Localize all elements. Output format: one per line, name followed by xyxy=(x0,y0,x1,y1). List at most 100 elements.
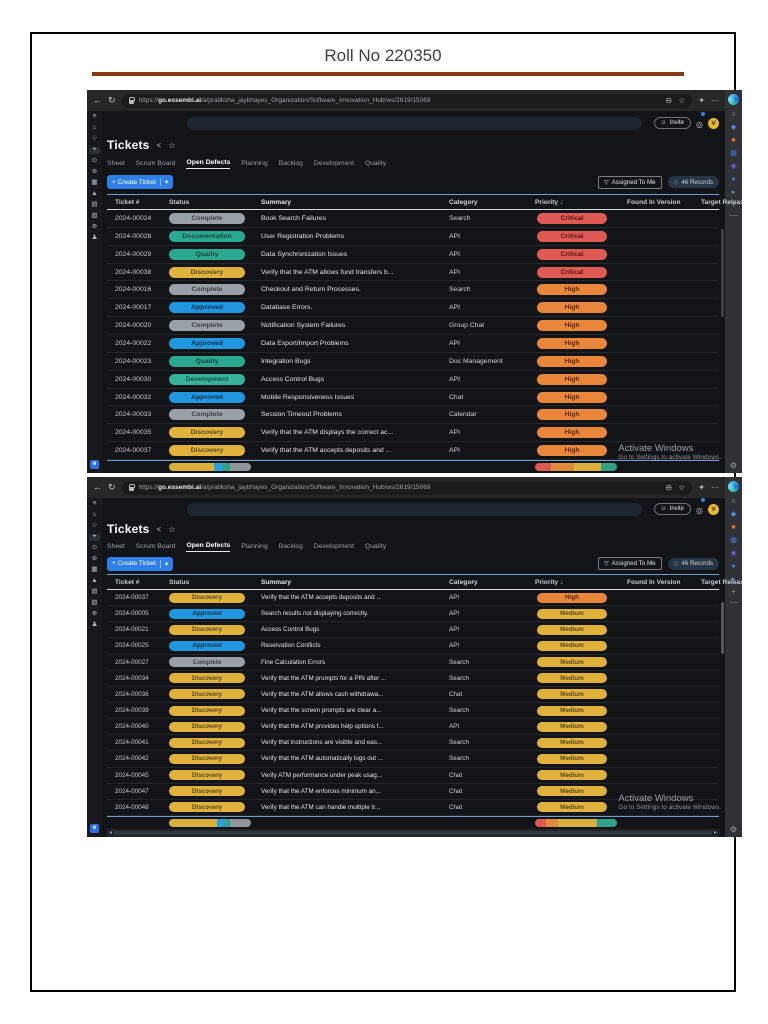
add-tool-icon[interactable]: + xyxy=(731,589,735,596)
tab-open-defects[interactable]: Open Defects xyxy=(186,542,231,552)
notification-bell-icon[interactable]: ◎ xyxy=(696,112,705,132)
refresh-icon[interactable]: ↻ xyxy=(108,96,116,105)
tab-backlog[interactable]: Backlog xyxy=(279,160,303,169)
table-row[interactable]: 2024-00027 Complete Fine Calculation Err… xyxy=(107,655,719,671)
priority-badge[interactable]: High xyxy=(537,320,607,332)
ticket-summary[interactable]: Mobile Responsiveness Issues xyxy=(261,394,449,401)
priority-badge[interactable]: Critical xyxy=(537,230,607,242)
table-row[interactable]: 2024-00028 Documentation User Registrati… xyxy=(107,228,719,246)
essembi-logo[interactable]: e xyxy=(90,824,99,833)
col-found-in-version[interactable]: Found In Version xyxy=(627,199,701,206)
hierarchy-icon[interactable]: ▲ xyxy=(89,577,100,585)
cloud-icon[interactable]: ▧ xyxy=(89,599,100,607)
ticket-summary[interactable]: Verify that the ATM automatically logs o… xyxy=(261,755,449,762)
ticket-summary[interactable]: Session Timeout Problems xyxy=(261,411,449,418)
share-icon[interactable]: < xyxy=(157,525,162,534)
ticket-summary[interactable]: Verify that the ATM accepts deposits and… xyxy=(261,594,449,601)
status-badge[interactable]: Development xyxy=(169,373,245,385)
address-bar[interactable]: https://go.essembi.ai/a/pratiksha_jaybha… xyxy=(121,480,693,495)
ticket-summary[interactable]: Search results not displaying correctly. xyxy=(261,610,449,617)
zoom-out-icon[interactable]: ⊖ xyxy=(665,483,672,492)
ticket-summary[interactable]: Integration Bugs xyxy=(261,358,449,365)
status-badge[interactable]: Discovery xyxy=(169,427,245,439)
ticket-summary[interactable]: Verify that the ATM displays the correct… xyxy=(261,429,449,436)
table-row[interactable]: 2024-00034 Discovery Verify that the ATM… xyxy=(107,671,719,687)
vertical-scrollbar[interactable] xyxy=(721,602,724,654)
tab-planning[interactable]: Planning xyxy=(241,543,267,552)
globe-icon[interactable]: ⊕ xyxy=(89,610,100,618)
col-ticket[interactable]: Ticket # xyxy=(107,579,169,586)
col-status[interactable]: Status xyxy=(169,579,261,586)
priority-badge[interactable]: Medium xyxy=(537,673,607,684)
col-priority[interactable]: Priority ↓ xyxy=(535,199,627,206)
invite-button[interactable]: ☺ Invite xyxy=(653,117,692,129)
ticket-summary[interactable]: Book Search Failures xyxy=(261,215,449,222)
ticket-summary[interactable]: Reservation Conflicts xyxy=(261,642,449,649)
col-summary[interactable]: Summary xyxy=(261,579,449,586)
chevron-down-icon[interactable]: ▾ xyxy=(165,560,168,568)
status-badge[interactable]: Discovery xyxy=(169,624,245,635)
priority-badge[interactable]: Medium xyxy=(537,721,607,732)
ticket-summary[interactable]: Verify that the ATM allows fund transfer… xyxy=(261,269,449,276)
table-row[interactable]: 2024-00047 Discovery Verify that the ATM… xyxy=(107,784,719,800)
status-badge[interactable]: Complete xyxy=(169,657,245,668)
back-icon[interactable]: ← xyxy=(93,96,102,105)
status-badge[interactable]: Complete xyxy=(169,409,245,421)
status-badge[interactable]: Approved xyxy=(169,337,245,349)
col-priority[interactable]: Priority ↓ xyxy=(535,579,627,586)
status-badge[interactable]: Discovery xyxy=(169,753,245,764)
menu-dots-icon[interactable]: ⋯ xyxy=(711,96,719,105)
ticket-summary[interactable]: Verify that the ATM allows cash withdraw… xyxy=(261,691,449,698)
table-row[interactable]: 2024-00036 Discovery Verify that the ATM… xyxy=(107,687,719,703)
ticket-summary[interactable]: Verify that the ATM provides help option… xyxy=(261,723,449,730)
table-row[interactable]: 2024-00030 Development Access Control Bu… xyxy=(107,371,719,389)
table-row[interactable]: 2024-00037 Discovery Verify that the ATM… xyxy=(107,442,719,461)
add-icon[interactable]: + xyxy=(89,146,100,154)
table-row[interactable]: 2024-00040 Discovery Verify that the ATM… xyxy=(107,719,719,736)
cloud-icon[interactable]: ▧ xyxy=(89,212,100,220)
status-badge[interactable]: Discovery xyxy=(169,266,245,278)
status-badge[interactable]: Discovery xyxy=(169,721,245,732)
invite-button[interactable]: ☺ Invite xyxy=(653,503,692,515)
star-icon[interactable]: ☆ xyxy=(89,522,100,530)
table-row[interactable]: 2024-00025 Approved Reservation Conflict… xyxy=(107,638,719,655)
horizontal-scrollbar[interactable]: ◂ ▸ xyxy=(107,829,719,837)
essembi-menu-icon[interactable]: ≡ xyxy=(89,113,100,121)
priority-badge[interactable]: High xyxy=(537,592,607,603)
col-summary[interactable]: Summary xyxy=(261,199,449,206)
home-icon[interactable]: ⌂ xyxy=(89,124,100,132)
grid-icon[interactable]: ▦ xyxy=(89,179,100,187)
tab-open-defects[interactable]: Open Defects xyxy=(186,159,231,169)
status-badge[interactable]: Approved xyxy=(169,302,245,314)
settings-circle-icon[interactable]: ⊛ xyxy=(89,168,100,176)
scroll-right-icon[interactable]: ▸ xyxy=(714,830,717,836)
ticket-summary[interactable]: Verify that the ATM can handle multiple … xyxy=(261,804,449,811)
add-icon[interactable]: + xyxy=(89,533,100,541)
ticket-summary[interactable]: Verify ATM performance under peak usag..… xyxy=(261,772,449,779)
tab-scrum-board[interactable]: Scrum Board xyxy=(136,543,176,552)
favorite-star-icon[interactable]: ☆ xyxy=(678,96,685,105)
status-badge[interactable]: Discovery xyxy=(169,673,245,684)
table-row[interactable]: 2024-00035 Discovery Verify that the ATM… xyxy=(107,424,719,443)
table-row[interactable]: 2024-00024 Complete Book Search Failures… xyxy=(107,210,719,228)
table-row[interactable]: 2024-00023 Quality Integration Bugs Doc … xyxy=(107,353,719,371)
priority-badge[interactable]: Medium xyxy=(537,657,607,668)
tab-planning[interactable]: Planning xyxy=(241,160,267,169)
ticket-summary[interactable]: Data Export/Import Problems xyxy=(261,340,449,347)
status-badge[interactable]: Documentation xyxy=(169,230,245,242)
user-icon[interactable]: ♟ xyxy=(89,234,100,242)
priority-badge[interactable]: Medium xyxy=(537,802,607,813)
ticket-summary[interactable]: Data Synchronization Issues xyxy=(261,251,449,258)
settings-gear-icon[interactable]: ⚙ xyxy=(730,825,737,834)
menu-dots-icon[interactable]: ⋯ xyxy=(711,483,719,492)
global-search-input[interactable] xyxy=(187,502,642,516)
status-badge[interactable]: Quality xyxy=(169,355,245,367)
tab-sheet[interactable]: Sheet xyxy=(107,160,125,169)
table-row[interactable]: 2024-00041 Discovery Verify that instruc… xyxy=(107,735,719,752)
zoom-out-icon[interactable]: ⊖ xyxy=(665,96,672,105)
col-ticket[interactable]: Ticket # xyxy=(107,199,169,206)
priority-badge[interactable]: Critical xyxy=(537,212,607,224)
table-row[interactable]: 2024-00021 Discovery Access Control Bugs… xyxy=(107,622,719,639)
tab-quality[interactable]: Quality xyxy=(365,543,386,552)
tab-quality[interactable]: Quality xyxy=(365,160,386,169)
